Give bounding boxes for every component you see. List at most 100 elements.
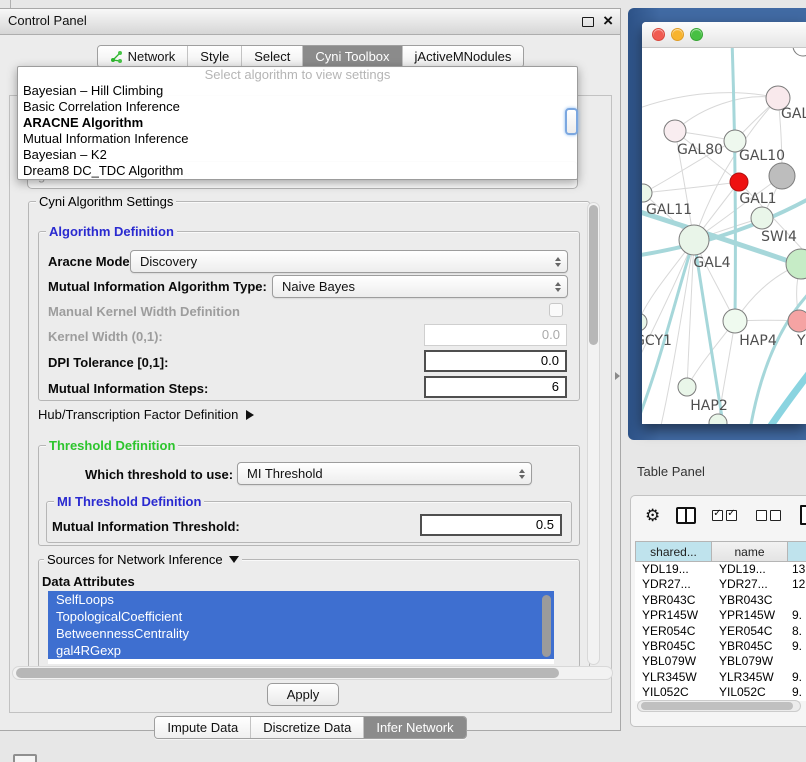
hide-columns-icon[interactable] xyxy=(756,510,784,521)
settings-gear-icon[interactable]: ⚙ xyxy=(645,507,660,524)
group-title: Threshold Definition xyxy=(46,438,178,453)
network-node[interactable] xyxy=(664,120,686,142)
split-view-icon[interactable] xyxy=(676,507,696,524)
aracne-mode-select[interactable]: Discovery xyxy=(130,250,568,273)
close-button[interactable] xyxy=(652,28,665,41)
node-label: HAP4 xyxy=(739,333,777,349)
network-node[interactable] xyxy=(786,249,806,279)
apply-button[interactable]: Apply xyxy=(267,683,339,706)
network-node[interactable] xyxy=(788,310,806,332)
tab-infer-network[interactable]: Infer Network xyxy=(363,717,465,738)
table-cell: YER054C xyxy=(712,624,788,639)
mi-threshold-field[interactable]: 0.5 xyxy=(420,514,562,536)
panel-divider-grip[interactable] xyxy=(615,372,620,380)
panel-title: Control Panel xyxy=(8,9,87,33)
network-canvas[interactable]: GAL80GAL10GALGAL1GAL11SWI4GAL4GCY1HAP4YH… xyxy=(642,48,806,424)
tab-label: Infer Network xyxy=(376,720,453,735)
settings-horizontal-scrollbar-thumb[interactable] xyxy=(16,668,559,678)
algorithm-option[interactable]: Bayesian – K2 xyxy=(18,147,577,163)
minimize-button[interactable] xyxy=(671,28,684,41)
algorithm-combo-stepper[interactable] xyxy=(565,108,578,135)
table-cell: YDR27... xyxy=(635,577,712,592)
table-cell: 13 xyxy=(788,562,806,577)
zoom-button[interactable] xyxy=(690,28,703,41)
select-columns-icon[interactable]: ✓✓ xyxy=(712,510,740,521)
data-attributes-label: Data Attributes xyxy=(42,574,135,589)
table-row[interactable]: YBL079WYBL079W xyxy=(635,654,806,669)
table-panel-window: ⚙ ✓✓ shared...nameA YDL19...YDL19...13YDR… xyxy=(630,495,806,727)
network-edge[interactable] xyxy=(643,182,739,193)
table-horizontal-scrollbar-thumb[interactable] xyxy=(641,702,793,710)
table-row[interactable]: YBR043CYBR043C xyxy=(635,593,806,608)
network-edge[interactable] xyxy=(675,97,778,131)
control-panel-tabs-row: NetworkStyleSelectCyni ToolboxjActiveMNo… xyxy=(0,45,621,68)
network-node[interactable] xyxy=(642,313,647,331)
network-window-titlebar[interactable] xyxy=(642,22,806,48)
network-node[interactable] xyxy=(679,225,709,255)
tab-style[interactable]: Style xyxy=(187,46,241,67)
attribute-item[interactable]: TopologicalCoefficient xyxy=(48,608,554,625)
which-threshold-select[interactable]: MI Threshold xyxy=(237,462,532,485)
attributes-scrollbar-thumb[interactable] xyxy=(542,595,551,657)
table-panel-title: Table Panel xyxy=(637,464,705,479)
network-node[interactable] xyxy=(793,48,806,56)
sources-toggle[interactable]: Sources for Network Inference xyxy=(44,552,242,567)
algorithm-option[interactable]: Basic Correlation Inference xyxy=(18,99,577,115)
mi-algorithm-select[interactable]: Naive Bayes xyxy=(272,275,568,298)
table-cell: YER054C xyxy=(635,624,712,639)
hub-definition-label: Hub/Transcription Factor Definition xyxy=(38,407,238,422)
column-header[interactable]: A xyxy=(788,541,806,562)
settings-vertical-scrollbar-thumb[interactable] xyxy=(589,205,598,345)
network-edge[interactable] xyxy=(642,93,778,110)
algorithm-option[interactable]: Dream8 DC_TDC Algorithm xyxy=(18,163,577,179)
table-row[interactable]: YDL19...YDL19...13 xyxy=(635,562,806,577)
table-row[interactable]: YIL052CYIL052C9. xyxy=(635,685,806,700)
restore-panel-icon[interactable] xyxy=(13,754,37,762)
tab-network[interactable]: Network xyxy=(98,46,188,67)
table-horizontal-scrollbar[interactable] xyxy=(637,700,801,712)
table-cell: YLR345W xyxy=(712,670,788,685)
table-cell: 9. xyxy=(788,639,806,654)
column-header[interactable]: name xyxy=(712,541,788,562)
tab-discretize-data[interactable]: Discretize Data xyxy=(250,717,363,738)
table-row[interactable]: YER054CYER054C8. xyxy=(635,624,806,639)
network-node[interactable] xyxy=(751,207,773,229)
table-cell: YPR145W xyxy=(712,608,788,623)
data-attributes-list[interactable]: SelfLoopsTopologicalCoefficientBetweenne… xyxy=(48,591,554,664)
network-node[interactable] xyxy=(730,173,748,191)
hub-definition-toggle[interactable]: Hub/Transcription Factor Definition xyxy=(38,407,254,422)
attribute-item[interactable]: gal4RGexp xyxy=(48,642,554,659)
tab-jactivemnodules[interactable]: jActiveMNodules xyxy=(402,46,524,67)
node-label: SWI4 xyxy=(761,229,797,245)
close-icon[interactable]: × xyxy=(603,10,613,32)
tab-label: Impute Data xyxy=(167,720,238,735)
float-icon[interactable] xyxy=(582,17,594,27)
attribute-item[interactable]: SelfLoops xyxy=(48,591,554,608)
mi-steps-field[interactable]: 6 xyxy=(424,376,567,398)
manual-kernel-checkbox[interactable] xyxy=(549,303,563,317)
network-node[interactable] xyxy=(769,163,795,189)
network-edge[interactable] xyxy=(768,362,806,424)
network-node[interactable] xyxy=(678,378,696,396)
algorithm-option[interactable]: Bayesian – Hill Climbing xyxy=(18,83,577,99)
network-node[interactable] xyxy=(709,414,727,424)
network-edge[interactable] xyxy=(660,240,694,424)
table-row[interactable]: YPR145WYPR145W9. xyxy=(635,608,806,623)
table-row[interactable]: YLR345WYLR345W9. xyxy=(635,670,806,685)
export-table-icon[interactable] xyxy=(800,505,806,525)
tab-cyni-toolbox[interactable]: Cyni Toolbox xyxy=(302,46,401,67)
control-panel-window: Control Panel × NetworkStyleSelectCyni T… xyxy=(0,8,621,731)
tab-impute-data[interactable]: Impute Data xyxy=(155,717,250,738)
network-node[interactable] xyxy=(723,309,747,333)
table-row[interactable]: YDR27...YDR27...12 xyxy=(635,577,806,592)
table-row[interactable]: YBR045CYBR045C9. xyxy=(635,639,806,654)
kernel-width-field[interactable]: 0.0 xyxy=(424,324,567,346)
attribute-item[interactable]: BetweennessCentrality xyxy=(48,625,554,642)
dpi-tolerance-field[interactable]: 0.0 xyxy=(424,350,567,372)
algorithm-option[interactable]: Mutual Information Inference xyxy=(18,131,577,147)
column-header[interactable]: shared... xyxy=(635,541,712,562)
kernel-width-label: Kernel Width (0,1): xyxy=(48,329,163,344)
algorithm-option[interactable]: ARACNE Algorithm xyxy=(18,115,577,131)
network-edge[interactable] xyxy=(750,288,806,424)
tab-select[interactable]: Select xyxy=(241,46,302,67)
